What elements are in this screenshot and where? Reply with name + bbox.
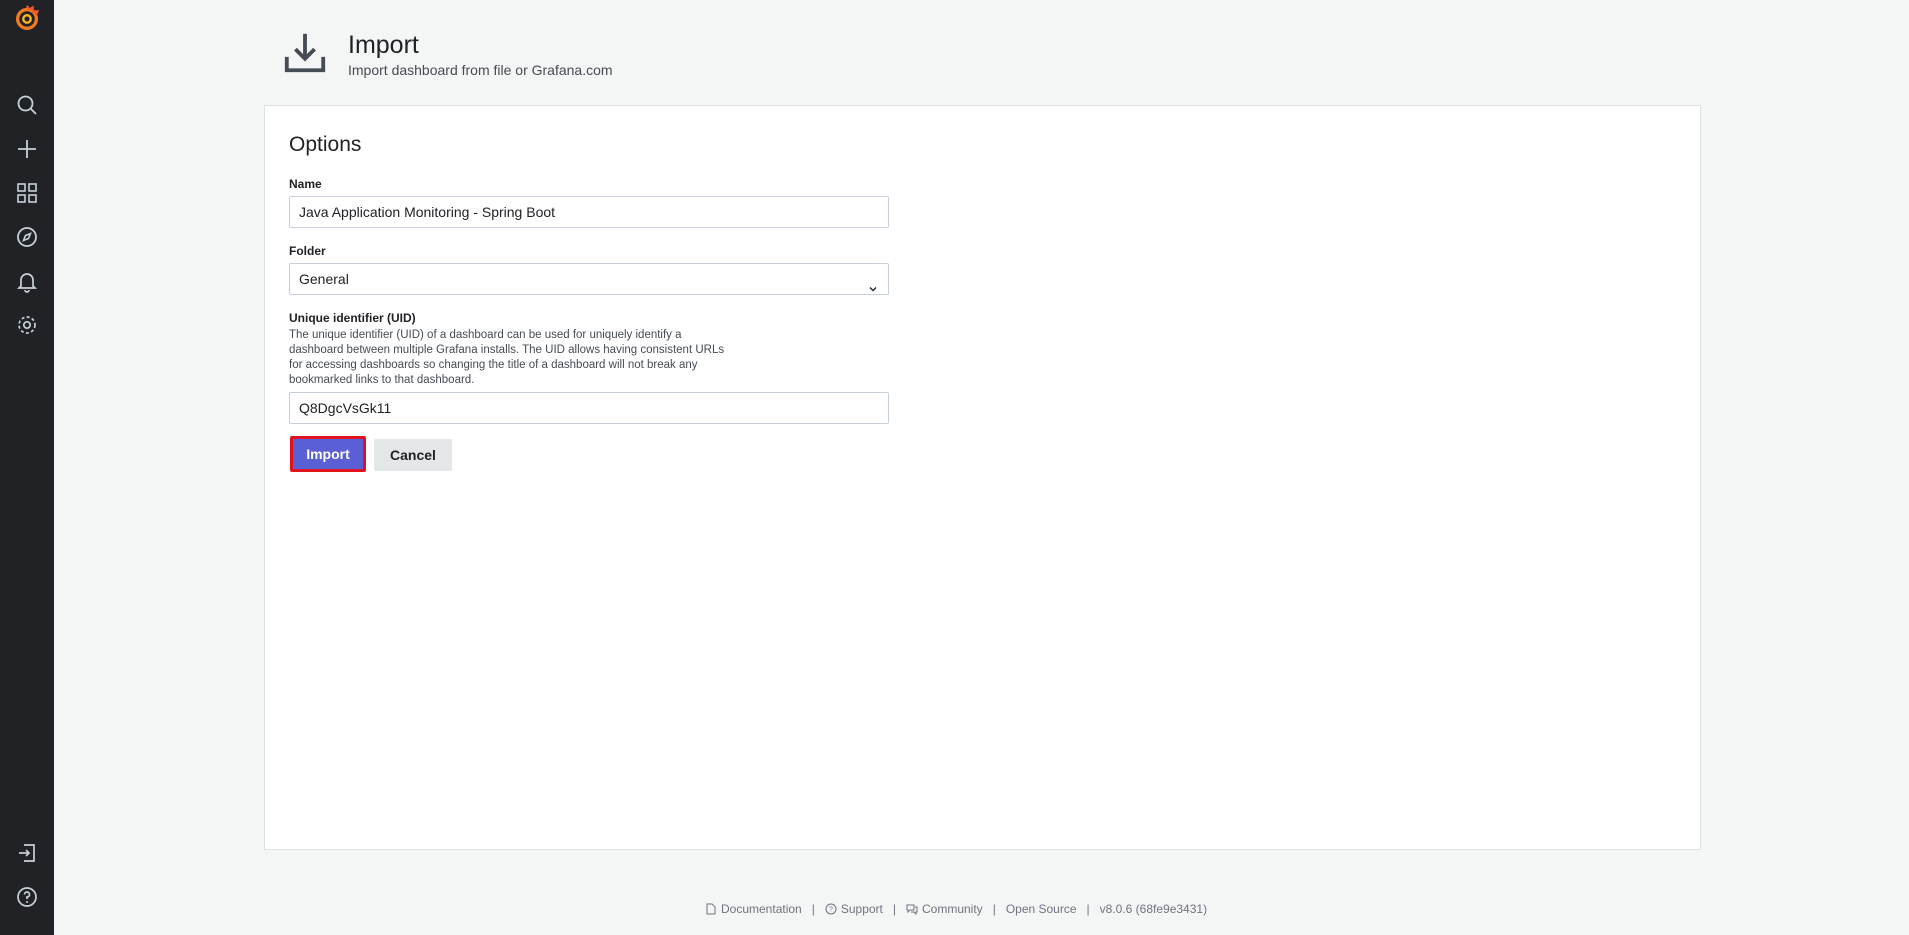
documentation-link[interactable]: Documentation bbox=[705, 902, 802, 916]
footer-separator: | bbox=[811, 902, 815, 916]
help-icon[interactable] bbox=[11, 881, 43, 913]
uid-description-line: for accessing dashboards so changing the… bbox=[289, 359, 698, 371]
page-subtitle: Import dashboard from file or Grafana.co… bbox=[348, 62, 613, 78]
alerting-bell-icon[interactable] bbox=[11, 265, 43, 297]
open-source-link[interactable]: Open Source bbox=[1006, 902, 1077, 916]
support-label: Support bbox=[840, 902, 883, 916]
uid-description: The unique identifier (UID) of a dashboa… bbox=[289, 328, 759, 388]
folder-label: Folder bbox=[289, 244, 326, 258]
community-label: Community bbox=[922, 902, 983, 916]
grafana-logo-icon[interactable] bbox=[11, 2, 43, 34]
uid-description-line: dashboard between multiple Grafana insta… bbox=[289, 344, 725, 356]
download-icon bbox=[282, 30, 332, 78]
footer-separator: | bbox=[892, 902, 896, 916]
cancel-button[interactable]: Cancel bbox=[374, 439, 452, 471]
configuration-gear-icon[interactable] bbox=[11, 309, 43, 341]
footer-separator: | bbox=[1086, 902, 1090, 916]
main-content: Import Import dashboard from file or Gra… bbox=[54, 0, 1909, 935]
folder-select-value: General bbox=[299, 271, 349, 287]
name-label: Name bbox=[289, 177, 322, 191]
chevron-down-icon bbox=[868, 274, 878, 292]
options-title: Options bbox=[289, 133, 362, 156]
import-button[interactable]: Import bbox=[290, 436, 366, 472]
dashboards-icon[interactable] bbox=[11, 177, 43, 209]
footer: Documentation | ? Support | Community | … bbox=[705, 902, 1207, 916]
folder-select[interactable]: General bbox=[289, 263, 889, 295]
uid-label: Unique identifier (UID) bbox=[289, 311, 416, 325]
comment-icon bbox=[906, 904, 918, 915]
svg-text:?: ? bbox=[829, 907, 833, 914]
plus-icon[interactable] bbox=[11, 133, 43, 165]
explore-icon[interactable] bbox=[11, 221, 43, 253]
community-link[interactable]: Community bbox=[906, 902, 983, 916]
name-input[interactable]: Java Application Monitoring - Spring Boo… bbox=[289, 196, 889, 228]
documentation-label: Documentation bbox=[721, 902, 802, 916]
question-circle-icon: ? bbox=[825, 903, 837, 915]
page-title: Import bbox=[348, 31, 419, 59]
document-icon bbox=[706, 903, 716, 915]
uid-description-line: The unique identifier (UID) of a dashboa… bbox=[289, 329, 682, 341]
import-options-panel: Options Name Java Application Monitoring… bbox=[264, 105, 1701, 850]
version-link[interactable]: v8.0.6 (68fe9e3431) bbox=[1100, 902, 1207, 916]
search-icon[interactable] bbox=[11, 89, 43, 121]
sidebar bbox=[0, 0, 54, 935]
uid-description-line: bookmarked links to that dashboard. bbox=[289, 374, 475, 386]
footer-separator: | bbox=[992, 902, 996, 916]
support-link[interactable]: ? Support bbox=[825, 902, 883, 916]
sign-in-icon[interactable] bbox=[11, 837, 43, 869]
uid-input[interactable]: Q8DgcVsGk11 bbox=[289, 392, 889, 424]
